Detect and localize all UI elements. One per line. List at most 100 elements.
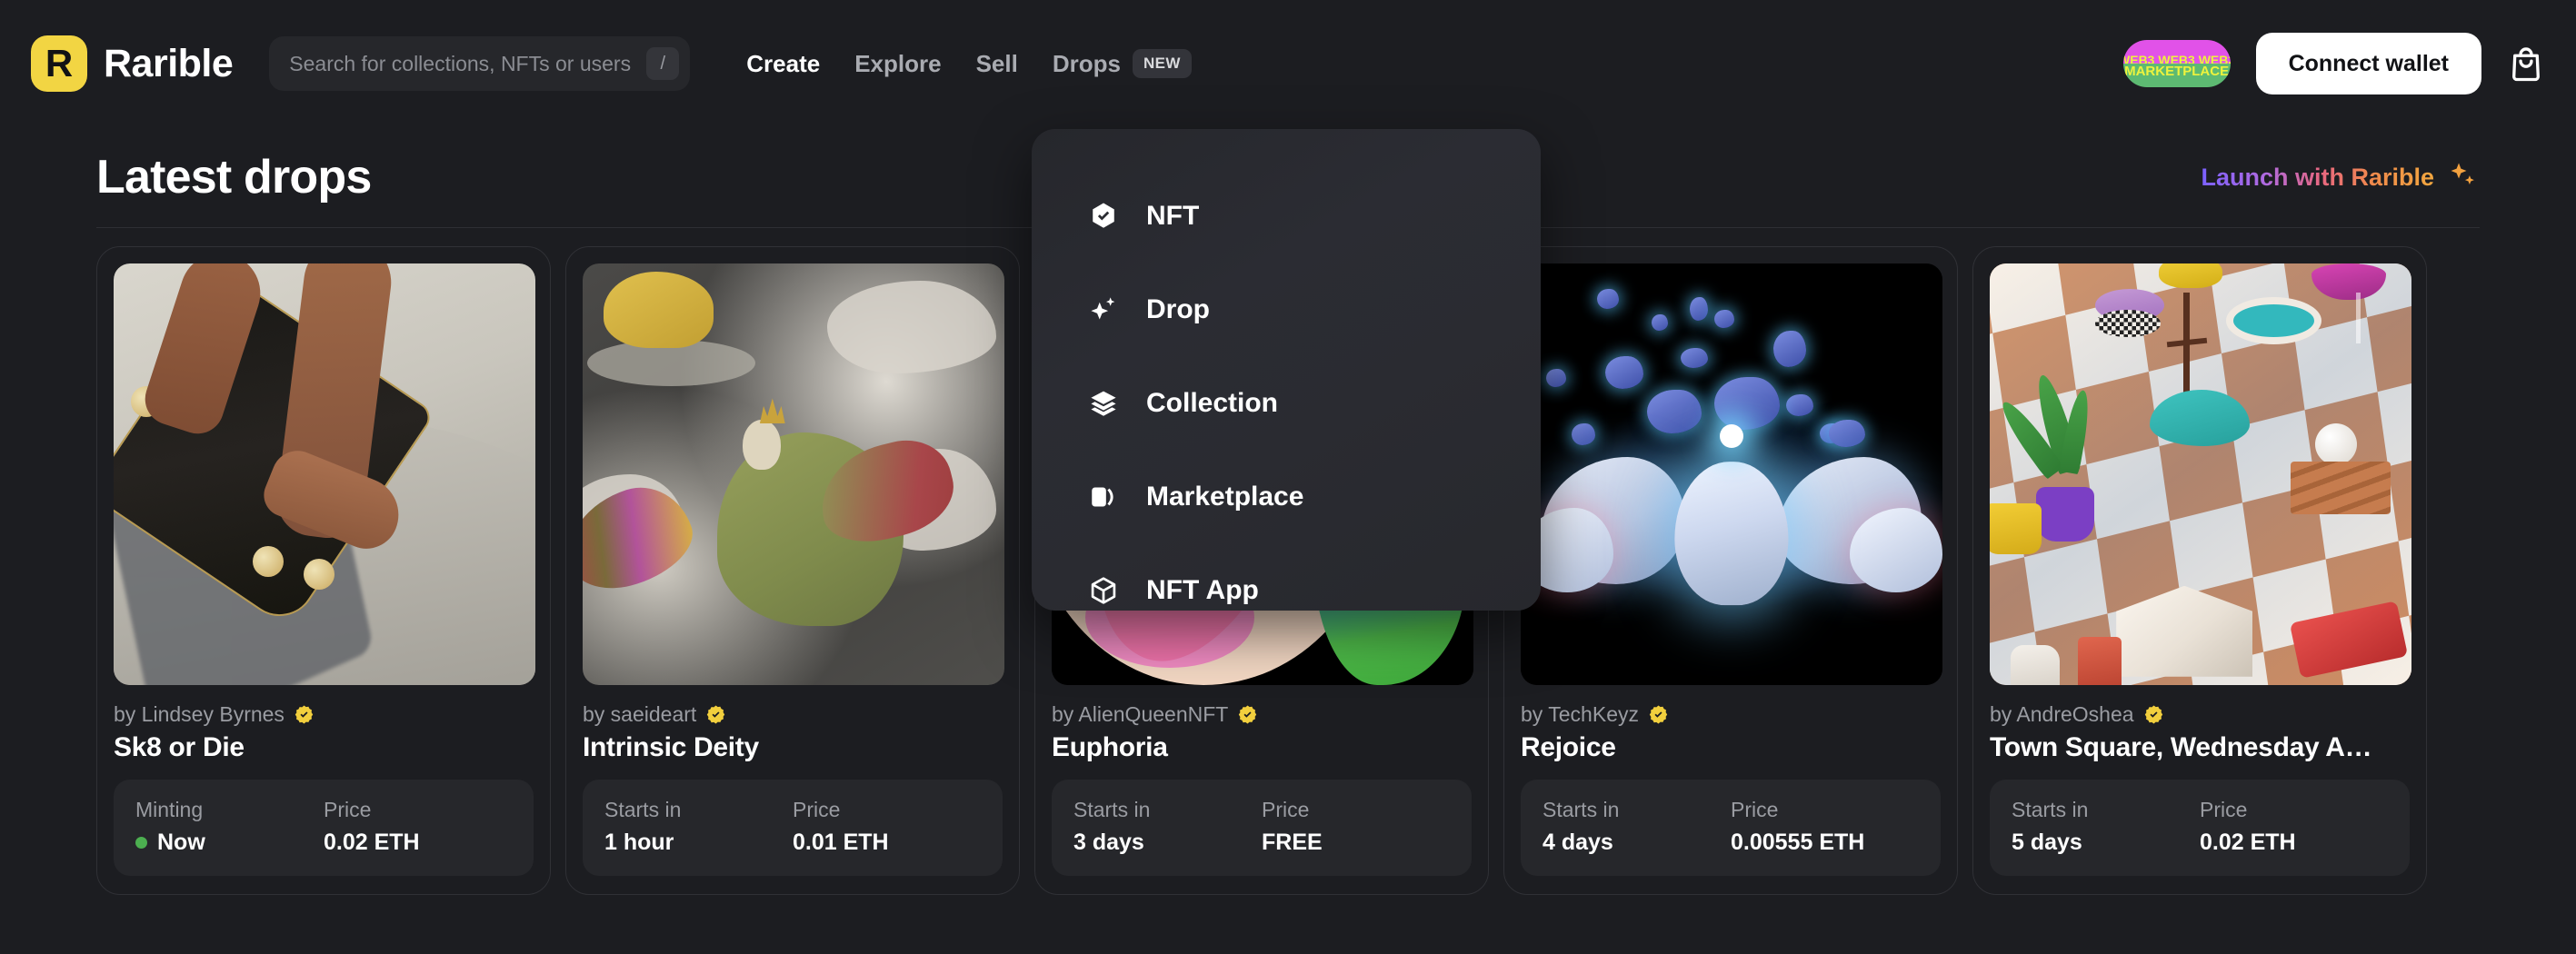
store-icon — [1088, 482, 1119, 512]
menu-item-drop[interactable]: Drop — [1032, 263, 1541, 356]
nav-item-create[interactable]: Create — [746, 50, 820, 78]
drop-card-title: Euphoria — [1052, 732, 1168, 762]
drop-card-artwork[interactable] — [1990, 263, 2411, 685]
drop-card-author[interactable]: by AlienQueenNFT — [1052, 702, 1472, 727]
drop-card-author[interactable]: by saeideart — [583, 702, 1003, 727]
stat-value: 4 days — [1543, 830, 1613, 855]
web3-marketplace-badge[interactable]: WEB3 WEB3 WEB3 MARKETPLACE — [2122, 40, 2231, 87]
brand-logo[interactable]: R Rarible — [31, 35, 234, 92]
drop-card-stat-price: Price 0.02 ETH — [324, 798, 512, 856]
drop-card[interactable]: by Lindsey Byrnes Sk8 or Die Minting Now — [96, 246, 551, 895]
new-badge: NEW — [1132, 49, 1192, 78]
nav-item-drops[interactable]: Drops NEW — [1053, 49, 1192, 78]
launch-with-rarible-link[interactable]: Launch with Rarible — [2201, 159, 2478, 196]
drop-card-artwork[interactable] — [114, 263, 535, 685]
drop-card-title: Town Square, Wednesday A… — [1990, 732, 2372, 762]
persian-miniature-art — [583, 263, 1004, 685]
stat-label: Starts in — [2012, 798, 2089, 821]
drop-card[interactable]: by TechKeyz Rejoice Starts in 4 days Pri… — [1503, 246, 1958, 895]
stat-value: 1 hour — [604, 830, 674, 855]
drop-card-author-label: by AlienQueenNFT — [1052, 702, 1229, 726]
stat-label: Starts in — [604, 798, 682, 821]
nav-item-drops-label[interactable]: Drops — [1053, 50, 1121, 78]
drop-card[interactable]: by saeideart Intrinsic Deity Starts in 1… — [565, 246, 1020, 895]
stat-value: 0.00555 ETH — [1731, 830, 1865, 855]
site-header: R Rarible / Create Explore Sell Drops NE… — [0, 0, 2576, 127]
search-input[interactable] — [269, 36, 691, 91]
drop-card-author-label: by AndreOshea — [1990, 702, 2134, 726]
header-actions: WEB3 WEB3 WEB3 MARKETPLACE Connect walle… — [2122, 33, 2545, 94]
stat-value: Now — [135, 830, 324, 856]
drop-card-stat-timing: Starts in 4 days — [1543, 798, 1731, 856]
drop-card-author[interactable]: by AndreOshea — [1990, 702, 2410, 727]
web3-badge-bottom: MARKETPLACE — [2122, 64, 2231, 87]
layers-icon — [1088, 388, 1119, 419]
shopping-bag-icon[interactable] — [2507, 45, 2545, 83]
drop-card-stat-timing: Starts in 5 days — [2012, 798, 2200, 856]
search-bar[interactable]: / — [269, 36, 691, 91]
drop-card-author[interactable]: by TechKeyz — [1521, 702, 1941, 727]
verified-badge-icon — [2143, 704, 2164, 725]
stat-label: Minting — [135, 798, 204, 821]
sparkles-icon — [1088, 294, 1119, 325]
stat-value: 0.01 ETH — [793, 830, 889, 855]
drop-card-stats: Minting Now Price 0.02 ETH — [114, 780, 534, 876]
drop-card-stat-timing: Minting Now — [135, 798, 324, 856]
live-status-dot — [135, 837, 147, 849]
drop-card-title: Intrinsic Deity — [583, 732, 759, 762]
verified-badge-icon — [705, 704, 726, 725]
nav-item-explore[interactable]: Explore — [854, 50, 941, 78]
stat-label: Price — [793, 798, 841, 821]
stat-label: Price — [1262, 798, 1310, 821]
stat-label: Price — [2200, 798, 2248, 821]
drop-card-author[interactable]: by Lindsey Byrnes — [114, 702, 534, 727]
search-shortcut-key: / — [646, 47, 680, 80]
drop-card-artwork[interactable] — [583, 263, 1004, 685]
create-dropdown-menu: NFT Drop Collection Marketplace NFT App — [1032, 129, 1541, 611]
stat-value: 3 days — [1073, 830, 1144, 855]
drop-card-title: Rejoice — [1521, 732, 1616, 762]
drop-card-stats: Starts in 1 hour Price 0.01 ETH — [583, 780, 1003, 876]
menu-item-collection[interactable]: Collection — [1032, 356, 1541, 450]
stat-label: Price — [324, 798, 372, 821]
drop-card-stat-price: Price 0.00555 ETH — [1731, 798, 1919, 856]
web3-badge-line2: MARKETPLACE — [2124, 64, 2230, 79]
menu-item-marketplace[interactable]: Marketplace — [1032, 450, 1541, 543]
menu-item-label: Drop — [1146, 293, 1210, 324]
rarible-logo-icon: R — [31, 35, 87, 92]
verified-badge-icon — [294, 704, 315, 725]
drop-card-stats: Starts in 5 days Price 0.02 ETH — [1990, 780, 2410, 876]
drop-card-author-label: by TechKeyz — [1521, 702, 1639, 726]
nav-item-sell[interactable]: Sell — [976, 50, 1018, 78]
drop-card-stat-timing: Starts in 1 hour — [604, 798, 793, 856]
drop-card-artwork[interactable] — [1521, 263, 1942, 685]
main-nav: Create Explore Sell Drops NEW — [746, 49, 1192, 78]
stat-value: 5 days — [2012, 830, 2082, 855]
drop-card-stats: Starts in 4 days Price 0.00555 ETH — [1521, 780, 1941, 876]
menu-item-nft-app[interactable]: NFT App — [1032, 543, 1541, 637]
isometric-scene-art — [1990, 263, 2411, 685]
drop-card-author-label: by Lindsey Byrnes — [114, 702, 285, 726]
menu-item-label: NFT — [1146, 200, 1200, 231]
stat-label: Starts in — [1543, 798, 1620, 821]
stat-value: FREE — [1262, 830, 1323, 855]
page-title: Latest drops — [96, 151, 372, 204]
stat-label: Price — [1731, 798, 1779, 821]
skateboarder-photo-art — [114, 263, 535, 685]
stat-value: 0.02 ETH — [2200, 830, 2296, 855]
drop-card-title: Sk8 or Die — [114, 732, 245, 762]
drop-card-stat-price: Price FREE — [1262, 798, 1450, 856]
verified-badge-icon — [1237, 704, 1258, 725]
verified-badge-icon — [1088, 201, 1119, 232]
glowing-statue-art — [1521, 263, 1942, 685]
web3-badge-top: WEB3 WEB3 WEB3 — [2122, 40, 2231, 66]
connect-wallet-button[interactable]: Connect wallet — [2255, 33, 2481, 94]
launch-link-label: Launch with Rarible — [2201, 163, 2434, 191]
drop-card[interactable]: by AndreOshea Town Square, Wednesday A… … — [1972, 246, 2427, 895]
stat-label: Starts in — [1073, 798, 1151, 821]
cube-icon — [1088, 575, 1119, 606]
drop-card-stat-price: Price 0.02 ETH — [2200, 798, 2388, 856]
stat-value-text: Now — [157, 830, 205, 855]
menu-item-label: NFT App — [1146, 574, 1259, 605]
menu-item-nft[interactable]: NFT — [1032, 169, 1541, 263]
